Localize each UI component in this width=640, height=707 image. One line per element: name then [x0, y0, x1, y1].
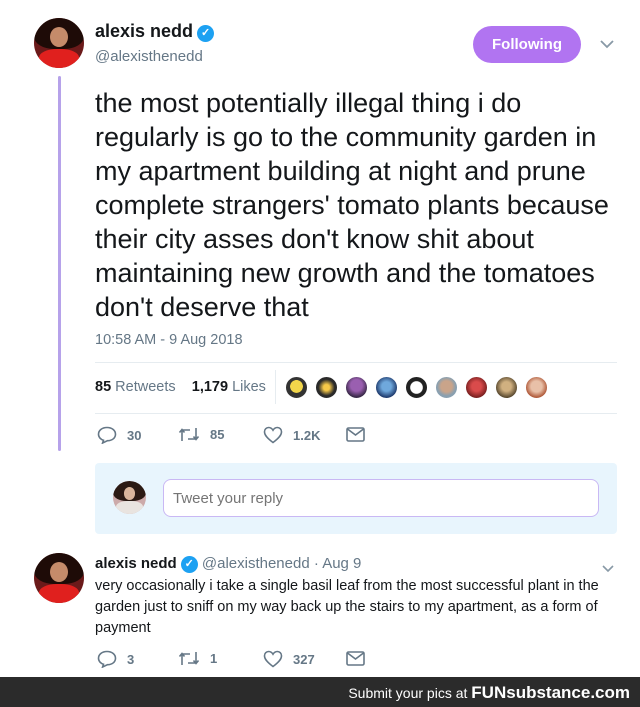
liker-avatar[interactable] [435, 376, 458, 399]
author-avatar[interactable] [34, 18, 84, 68]
following-button[interactable]: Following [473, 26, 581, 63]
verified-badge-icon: ✓ [197, 25, 215, 42]
current-user-avatar [113, 481, 146, 514]
like-action[interactable]: 327 [263, 650, 315, 668]
stats-separator [275, 370, 276, 404]
reply-author-avatar[interactable] [34, 553, 84, 603]
retweets-count[interactable]: 85 [95, 379, 111, 395]
verified-badge-icon: ✓ [180, 556, 198, 573]
liker-avatar[interactable] [315, 376, 338, 399]
watermark-bar: Submit your pics at FUNsubstance.com [0, 677, 640, 707]
heart-icon [263, 650, 283, 668]
reply-author-name[interactable]: alexis nedd [95, 555, 177, 572]
like-count: 327 [293, 651, 315, 667]
watermark-brand: FUNsubstance.com [471, 683, 630, 702]
reply-action[interactable]: 30 [97, 426, 141, 444]
liker-avatar[interactable] [285, 376, 308, 399]
liker-avatar[interactable] [465, 376, 488, 399]
author-name-text[interactable]: alexis nedd [95, 21, 193, 41]
direct-message-action[interactable] [346, 427, 375, 442]
divider [95, 413, 617, 414]
reply-date[interactable]: · Aug 9 [314, 555, 362, 572]
like-count: 1.2K [293, 427, 321, 443]
tweet-timestamp[interactable]: 10:58 AM - 9 Aug 2018 [95, 332, 243, 348]
retweet-action[interactable]: 1 [178, 650, 217, 667]
divider [95, 362, 617, 363]
like-action[interactable]: 1.2K [263, 426, 320, 444]
retweet-icon [178, 428, 200, 441]
likes-label[interactable]: Likes [232, 379, 266, 395]
author-name[interactable]: alexis nedd ✓ [95, 21, 215, 42]
retweets-label[interactable]: Retweets [115, 379, 175, 395]
reply-tweet-text: very occasionally i take a single basil … [95, 578, 599, 636]
reply-input[interactable] [163, 479, 599, 517]
chevron-down-icon[interactable] [600, 36, 614, 52]
likes-count[interactable]: 1,179 [192, 379, 228, 395]
retweet-count: 85 [210, 427, 225, 442]
reply-action[interactable]: 3 [97, 650, 134, 668]
retweet-count: 1 [210, 651, 218, 666]
retweet-action[interactable]: 85 [178, 426, 224, 443]
reply-count: 3 [127, 651, 135, 667]
liker-avatar[interactable] [525, 376, 548, 399]
liker-avatar[interactable] [405, 376, 428, 399]
heart-icon [263, 426, 283, 444]
chevron-down-icon[interactable] [602, 560, 614, 576]
reply-tweet-header: alexis nedd ✓ @alexisthenedd · Aug 9 [95, 555, 361, 573]
retweet-icon [178, 652, 200, 665]
liker-avatar[interactable] [345, 376, 368, 399]
message-icon [346, 651, 365, 666]
author-handle[interactable]: @alexisthenedd [95, 48, 203, 65]
direct-message-action[interactable] [346, 651, 375, 666]
message-icon [346, 427, 365, 442]
watermark-text: Submit your pics at FUNsubstance.com [348, 683, 630, 703]
thread-line [58, 76, 61, 451]
reply-icon [97, 650, 117, 668]
watermark-prefix: Submit your pics at [348, 685, 468, 701]
tweet-stats: 85 Retweets 1,179 Likes [95, 379, 266, 395]
liker-avatar[interactable] [375, 376, 398, 399]
reply-author-handle[interactable]: @alexisthenedd [202, 555, 310, 572]
reply-icon [97, 426, 117, 444]
reply-count: 30 [127, 427, 142, 443]
liker-avatar[interactable] [495, 376, 518, 399]
tweet-text: the most potentially illegal thing i do … [95, 88, 609, 322]
